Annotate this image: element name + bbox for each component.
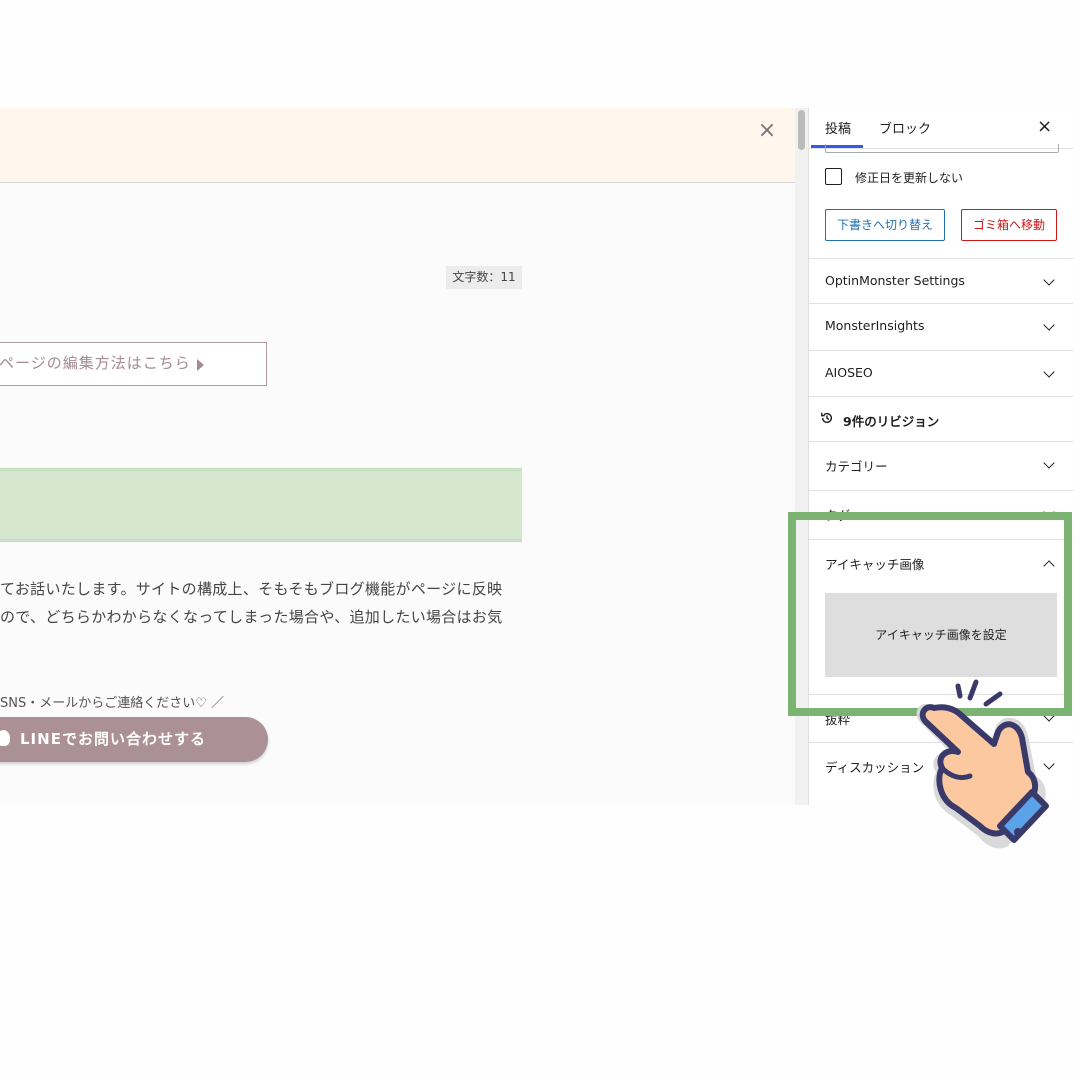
- panel-optinmonster[interactable]: OptinMonster Settings: [809, 258, 1073, 305]
- tab-post[interactable]: 投稿: [825, 118, 851, 137]
- notice-banner: ×: [0, 108, 795, 183]
- history-icon: [821, 412, 833, 424]
- caret-right-icon: [197, 359, 204, 371]
- panel-title: OptinMonster Settings: [825, 273, 965, 288]
- panel-monsterinsights[interactable]: MonsterInsights: [809, 303, 1073, 350]
- edit-guide-label: ページの編集方法はこちら: [0, 354, 191, 372]
- close-icon[interactable]: ×: [1037, 116, 1052, 137]
- scrollbar-thumb[interactable]: [798, 110, 805, 150]
- panel-revisions[interactable]: 9件のリビジョン: [809, 396, 1073, 443]
- sidebar-tabs: 投稿 ブロック ×: [809, 108, 1073, 149]
- panel-aioseo[interactable]: AIOSEO: [809, 350, 1073, 397]
- paragraph-line[interactable]: てお話いたします。サイトの構成上、そもそもブログ機能がページに反映: [0, 578, 502, 599]
- panel-title: AIOSEO: [825, 365, 873, 380]
- contact-text: SNS・メールからご連絡ください♡ ／: [0, 696, 225, 711]
- tapping-hand-icon: [916, 679, 1049, 849]
- chevron-down-icon: [1043, 319, 1055, 331]
- chevron-down-icon: [1043, 274, 1055, 286]
- word-count-badge: 文字数：11: [446, 266, 522, 289]
- lightbulb-icon: [0, 730, 10, 746]
- paragraph-line[interactable]: ので、どちらかわからなくなってしまった場合や、追加したい場合はお気: [0, 606, 503, 627]
- text-field[interactable]: [825, 144, 1059, 153]
- panel-title: カテゴリー: [825, 459, 888, 474]
- close-icon[interactable]: ×: [756, 120, 778, 142]
- editor-canvas: × 文字数：11 ページの編集方法はこちら てお話いたします。サイトの構成上、そ…: [0, 108, 795, 805]
- panel-categories[interactable]: カテゴリー: [809, 441, 1073, 488]
- line-contact-label: LINEでお問い合わせする: [20, 730, 206, 748]
- line-contact-button[interactable]: LINEでお問い合わせする: [0, 717, 268, 762]
- edit-guide-link[interactable]: ページの編集方法はこちら: [0, 342, 267, 386]
- checkbox-label: 修正日を更新しない: [855, 171, 964, 185]
- chevron-down-icon: [1043, 366, 1055, 378]
- switch-to-draft-button[interactable]: 下書きへ切り替え: [825, 209, 945, 241]
- revisions-label: 9件のリビジョン: [843, 414, 940, 429]
- tab-block[interactable]: ブロック: [879, 118, 931, 137]
- heading-block[interactable]: [0, 468, 522, 542]
- dont-update-modified-checkbox[interactable]: [825, 168, 842, 185]
- move-to-trash-button[interactable]: ゴミ箱へ移動: [961, 209, 1057, 241]
- chevron-down-icon: [1043, 457, 1055, 469]
- panel-title: MonsterInsights: [825, 318, 925, 333]
